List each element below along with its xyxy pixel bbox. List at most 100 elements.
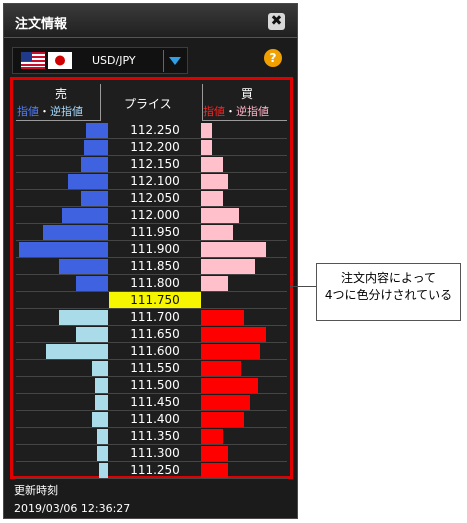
buy-volume-bar: [201, 276, 228, 291]
header-divider: [16, 120, 100, 121]
sell-volume-bar: [92, 361, 108, 376]
currency-pair-selector[interactable]: USD/JPY: [12, 47, 188, 74]
legend-separator: ・: [225, 105, 236, 118]
sell-volume-bar: [62, 208, 108, 223]
sell-volume-bar: [95, 395, 108, 410]
buy-volume-bar: [201, 259, 255, 274]
price-cell: 112.050: [130, 191, 180, 205]
order-info-window: 注文情報 ✖ USD/JPY ? 売 プライス 買 指値・逆指値 指値・逆指値: [3, 3, 298, 519]
price-cell: 112.200: [130, 140, 180, 154]
buy-limit-legend: 指値: [203, 105, 225, 118]
order-book-row: 111.850: [16, 258, 287, 275]
close-icon[interactable]: ✖: [268, 13, 285, 30]
sell-volume-bar: [59, 259, 108, 274]
help-icon[interactable]: ?: [264, 49, 282, 67]
jp-flag-icon: [48, 52, 72, 69]
order-book-row: 111.450: [16, 394, 287, 411]
us-flag-icon: [21, 52, 45, 69]
price-cell: 111.650: [130, 327, 180, 341]
updated-label: 更新時刻: [14, 484, 58, 497]
order-book-row: 111.800: [16, 275, 287, 292]
price-cell: 112.100: [130, 174, 180, 188]
price-cell: 111.850: [130, 259, 180, 273]
price-cell: 111.900: [130, 242, 180, 256]
order-book-row: 111.650: [16, 326, 287, 343]
sell-volume-bar: [76, 276, 108, 291]
sell-volume-bar: [43, 225, 108, 240]
buy-volume-bar: [201, 412, 244, 427]
sell-volume-bar: [99, 463, 108, 478]
price-cell: 111.950: [130, 225, 180, 239]
buy-header: 買: [241, 87, 254, 101]
price-cell: 111.300: [130, 446, 180, 460]
sell-legend: 指値・逆指値: [17, 103, 83, 119]
sell-volume-bar: [81, 191, 108, 206]
order-book-row: 111.500: [16, 377, 287, 394]
sell-volume-bar: [97, 429, 108, 444]
updated-time: 2019/03/06 12:36:27: [14, 502, 131, 515]
sell-volume-bar: [68, 174, 108, 189]
buy-volume-bar: [201, 174, 228, 189]
price-cell: 112.150: [130, 157, 180, 171]
buy-volume-bar: [201, 191, 223, 206]
order-book-row: 112.000: [16, 207, 287, 224]
header-divider: [100, 84, 101, 121]
sell-volume-bar: [95, 378, 108, 393]
price-header: プライス: [124, 97, 172, 111]
callout-line-1: 注文内容によって: [340, 271, 437, 285]
legend-separator: ・: [39, 105, 50, 118]
buy-volume-bar: [201, 429, 223, 444]
order-book-row: 111.250: [16, 462, 287, 479]
buy-volume-bar: [201, 140, 212, 155]
price-cell: 111.500: [130, 378, 180, 392]
price-cell: 111.350: [130, 429, 180, 443]
annotation-callout: 注文内容によって 4つに色分けされている: [316, 263, 461, 321]
current-price-cell: 111.750: [109, 292, 201, 309]
price-cell: 111.400: [130, 412, 180, 426]
sell-volume-bar: [92, 412, 108, 427]
chevron-down-icon[interactable]: [169, 57, 181, 65]
order-book-row: 111.550: [16, 360, 287, 377]
buy-legend: 指値・逆指値: [203, 103, 269, 119]
buy-volume-bar: [201, 446, 228, 461]
sell-volume-bar: [86, 123, 108, 138]
sell-volume-bar: [76, 327, 108, 342]
sell-volume-bar: [81, 157, 108, 172]
window-title: 注文情報: [15, 17, 68, 32]
title-bar: 注文情報 ✖: [4, 4, 297, 38]
price-cell: 111.550: [130, 361, 180, 375]
price-cell: 111.250: [130, 463, 180, 477]
row-divider: [16, 478, 287, 479]
buy-stop-legend: 逆指値: [236, 105, 269, 118]
order-book-row: 111.700: [16, 309, 287, 326]
order-book-row: 112.150: [16, 156, 287, 173]
buy-volume-bar: [201, 225, 233, 240]
buy-volume-bar: [201, 123, 212, 138]
buy-volume-bar: [201, 463, 228, 478]
buy-volume-bar: [201, 157, 223, 172]
price-cell: 111.600: [130, 344, 180, 358]
order-book-row: 111.350: [16, 428, 287, 445]
order-book-row: 112.250: [16, 122, 287, 139]
buy-volume-bar: [201, 395, 250, 410]
order-book-row: 111.950: [16, 224, 287, 241]
sell-volume-bar: [97, 446, 108, 461]
currency-pair-label: USD/JPY: [92, 54, 136, 67]
sell-volume-bar: [19, 242, 108, 257]
sell-volume-bar: [59, 310, 108, 325]
buy-volume-bar: [201, 310, 244, 325]
callout-line-2: 4つに色分けされている: [324, 288, 453, 302]
sell-stop-legend: 逆指値: [50, 105, 83, 118]
order-book-row: 111.750: [16, 292, 287, 309]
order-book-row: 111.900: [16, 241, 287, 258]
sell-limit-legend: 指値: [17, 105, 39, 118]
order-book-row: 112.050: [16, 190, 287, 207]
price-cell: 111.700: [130, 310, 180, 324]
price-cell: 112.250: [130, 123, 180, 137]
buy-volume-bar: [201, 208, 239, 223]
order-book-row: 112.100: [16, 173, 287, 190]
header-divider: [202, 84, 203, 121]
sell-volume-bar: [46, 344, 108, 359]
order-book-row: 111.600: [16, 343, 287, 360]
buy-volume-bar: [201, 242, 266, 257]
